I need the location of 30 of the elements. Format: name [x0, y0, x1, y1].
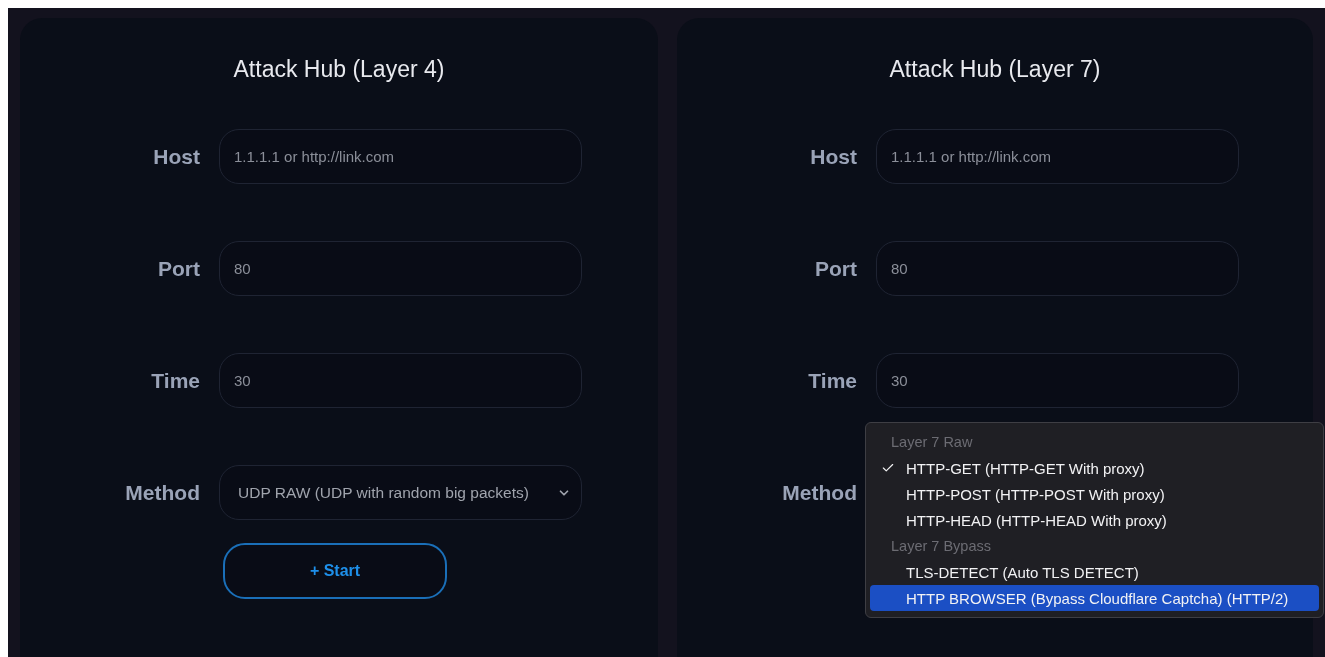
method-select[interactable]: UDP RAW (UDP with random big packets)	[219, 465, 582, 520]
field-label: Method	[125, 480, 200, 505]
field-label: Time	[808, 368, 857, 393]
menu-option[interactable]: HTTP-POST (HTTP-POST With proxy)	[870, 481, 1319, 507]
menu-option[interactable]: HTTP BROWSER (Bypass Cloudflare Captcha) (HTTP/2)	[870, 585, 1319, 611]
text-field[interactable]: 1.1.1.1 or http://link.com	[219, 129, 582, 184]
menu-option[interactable]: TLS-DETECT (Auto TLS DETECT)	[870, 559, 1319, 585]
start-button[interactable]: + Start	[223, 543, 447, 599]
option-label: TLS-DETECT (Auto TLS DETECT)	[906, 563, 1139, 581]
option-label: HTTP-GET (HTTP-GET With proxy)	[906, 459, 1145, 477]
field-label: Port	[158, 256, 200, 281]
option-label: HTTP BROWSER (Bypass Cloudflare Captcha) (HTTP/2)	[906, 589, 1289, 607]
text-field[interactable]: 1.1.1.1 or http://link.com	[876, 129, 1239, 184]
field-label: Host	[153, 144, 200, 169]
text-field[interactable]: 30	[876, 353, 1239, 408]
field-label: Time	[151, 368, 200, 393]
option-label: HTTP-POST (HTTP-POST With proxy)	[906, 485, 1165, 503]
group-heading: Layer 7 Bypass	[890, 537, 992, 556]
group-heading: Layer 7 Raw	[890, 433, 974, 452]
text-field[interactable]: 80	[219, 241, 582, 296]
text-field[interactable]: 80	[876, 241, 1239, 296]
menu-option[interactable]: HTTP-GET (HTTP-GET With proxy)	[870, 455, 1319, 481]
field-label: Method	[782, 480, 857, 505]
text-field[interactable]: 30	[219, 353, 582, 408]
menu-option[interactable]: HTTP-HEAD (HTTP-HEAD With proxy)	[870, 507, 1319, 533]
field-label: Port	[815, 256, 857, 281]
panel-title: Attack Hub (Layer 7)	[889, 55, 1101, 83]
option-label: HTTP-HEAD (HTTP-HEAD With proxy)	[906, 511, 1167, 529]
field-label: Host	[810, 144, 857, 169]
panel-title: Attack Hub (Layer 4)	[233, 55, 445, 83]
